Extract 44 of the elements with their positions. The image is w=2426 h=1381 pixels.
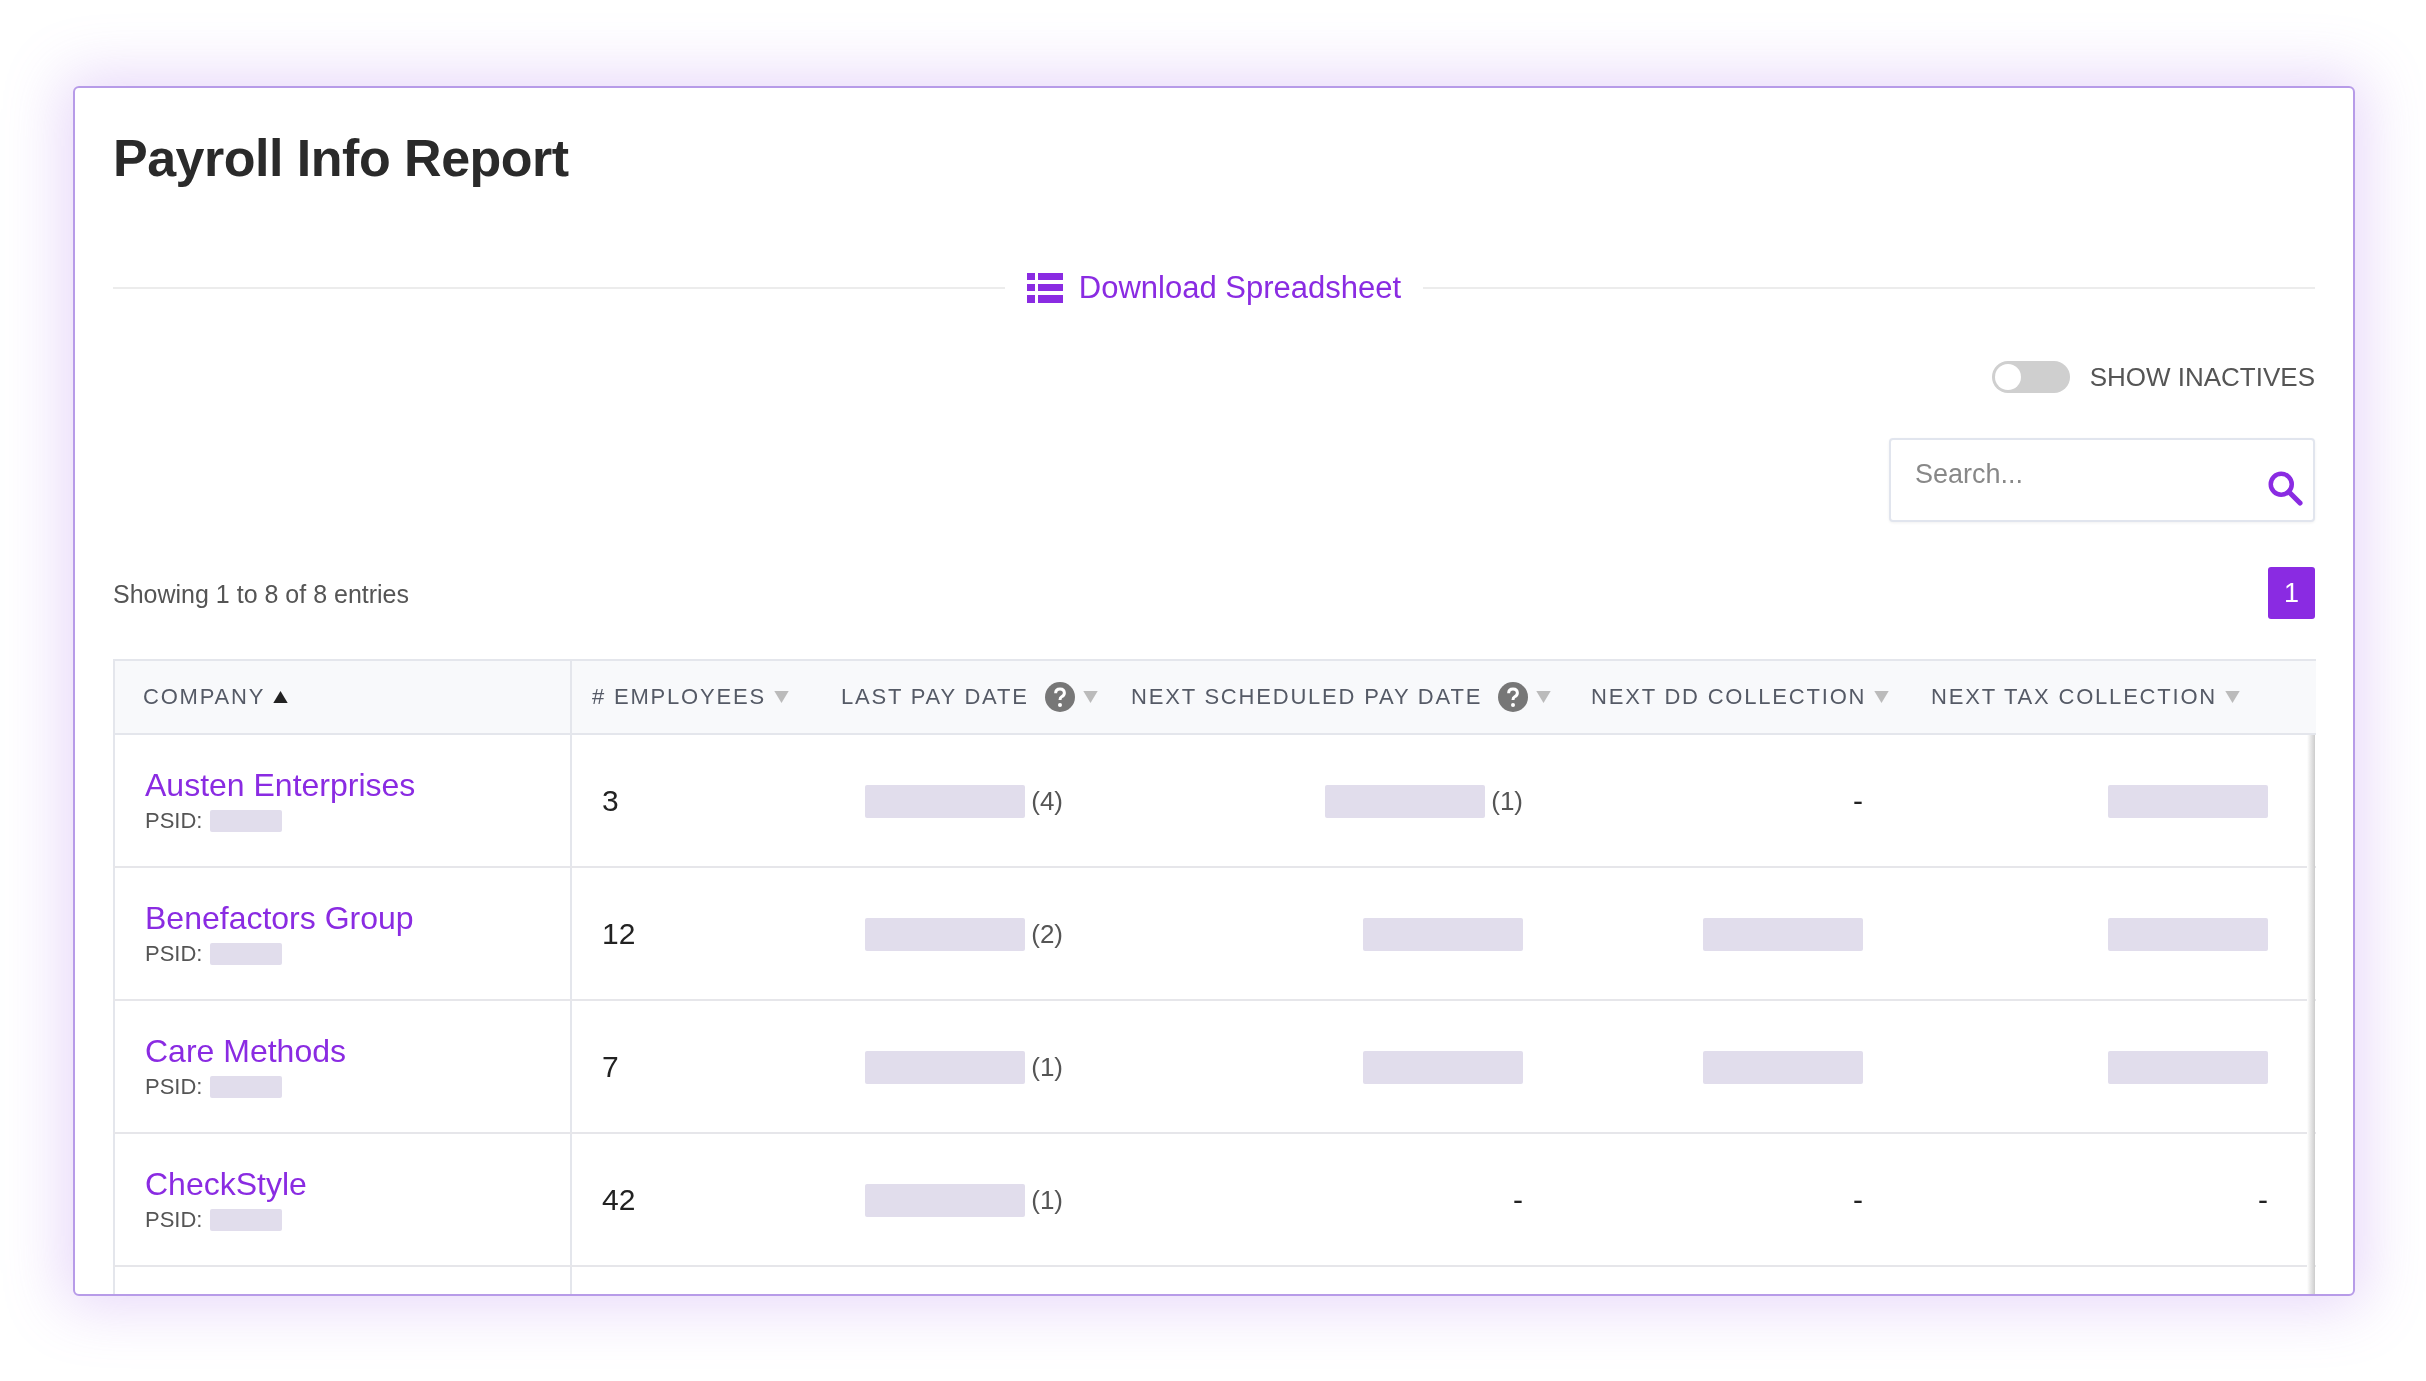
column-header[interactable]: NEXT DD COLLECTION [1571, 660, 1911, 734]
company-link[interactable]: Benefactors Group [145, 900, 414, 937]
toggle-switch[interactable] [1991, 361, 2070, 393]
column-label: LAST PAY DATE [841, 684, 1029, 710]
table-cell: 12 [602, 916, 636, 950]
help-icon[interactable] [1044, 682, 1075, 712]
column-header[interactable]: NEXT SCHEDULED PAY DATE [1111, 660, 1571, 734]
column-label: COMPANY [143, 684, 266, 710]
column-header[interactable]: NEXT TAX COLLECTION [1911, 660, 2316, 734]
column-label: NEXT DD COLLECTION [1591, 684, 1867, 710]
count-label: (1) [1031, 1185, 1063, 1216]
table-cell: - [2258, 1182, 2268, 1216]
company-link[interactable]: CheckStyle [145, 1166, 307, 1203]
count-label: (2) [1031, 919, 1063, 950]
entries-summary: Showing 1 to 8 of 8 entries [113, 580, 410, 609]
page-title: Payroll Info Report [113, 128, 570, 188]
table-cell: - [1513, 1182, 1523, 1216]
column-header[interactable]: # EMPLOYEES [571, 660, 821, 734]
psid-label: PSID: [145, 1074, 203, 1100]
psid-label: PSID: [145, 1207, 203, 1233]
toggle-label: SHOW INACTIVES [2089, 361, 2315, 393]
column-header[interactable]: COMPANY [114, 660, 571, 734]
table-cell: - [1853, 1182, 1863, 1216]
table-cell: 3 [602, 783, 619, 817]
download-spreadsheet-link[interactable]: Download Spreadsheet [1026, 270, 1402, 306]
psid-label: PSID: [145, 808, 203, 834]
company-link[interactable]: Care Methods [145, 1033, 346, 1070]
column-label: NEXT SCHEDULED PAY DATE [1131, 684, 1483, 710]
table-cell: 7 [602, 1049, 619, 1083]
page-button[interactable]: 1 [2268, 567, 2315, 619]
search-field[interactable]: Search... [1889, 438, 2315, 522]
column-label: # EMPLOYEES [592, 684, 766, 710]
psid-label: PSID: [145, 941, 203, 967]
company-link[interactable]: Austen Enterprises [145, 767, 416, 804]
help-icon[interactable] [1498, 682, 1529, 712]
search-icon [2267, 470, 2303, 506]
table-cell: - [1853, 783, 1863, 817]
list-icon [1026, 272, 1063, 304]
count-label: (4) [1031, 786, 1063, 817]
column-header[interactable]: LAST PAY DATE [821, 660, 1111, 734]
table-cell: 42 [602, 1182, 636, 1216]
count-label: (1) [1491, 786, 1523, 817]
column-label: NEXT TAX COLLECTION [1931, 684, 2218, 710]
count-label: (1) [1031, 1052, 1063, 1083]
